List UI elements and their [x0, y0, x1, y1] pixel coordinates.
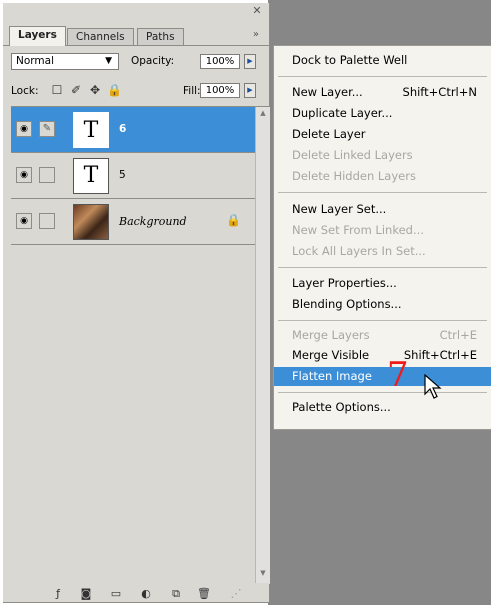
menu-item-label: Delete Layer: [292, 127, 366, 141]
text-layer-thumbnail: T: [73, 158, 109, 194]
menu-item-layer-properties[interactable]: Layer Properties...: [274, 274, 491, 293]
step-number-annotation: 7: [387, 355, 409, 395]
menu-item-label: Merge Visible: [292, 348, 370, 362]
scroll-down-icon[interactable]: ▼: [256, 569, 270, 581]
menu-item-merge-layers: Merge Layers Ctrl+E: [274, 326, 491, 345]
chevron-down-icon: ▼: [105, 56, 112, 66]
scroll-up-icon[interactable]: ▲: [256, 109, 270, 121]
resize-grip-icon[interactable]: ⋰: [229, 587, 243, 601]
lock-all-icon[interactable]: 🔒: [107, 83, 122, 97]
menu-item-new-layer[interactable]: New Layer... Shift+Ctrl+N: [274, 83, 491, 102]
link-icon[interactable]: [39, 167, 55, 183]
new-layer-icon[interactable]: ⧉: [169, 587, 183, 601]
menu-item-label: Dock to Palette Well: [292, 53, 408, 67]
fill-input[interactable]: 100%: [200, 83, 240, 98]
blend-mode-value: Normal: [16, 55, 54, 67]
mouse-pointer-icon: [424, 374, 442, 399]
layer-name[interactable]: 6: [119, 123, 126, 135]
menu-separator: [278, 267, 487, 268]
fill-label: Fill:: [183, 85, 201, 97]
menu-item-label: Layer Properties...: [292, 276, 397, 290]
layers-palette-menu: Dock to Palette Well New Layer... Shift+C…: [273, 45, 491, 430]
menu-item-label: Lock All Layers In Set...: [292, 244, 426, 258]
layer-row-5[interactable]: ◉ T 5: [11, 153, 255, 199]
palette-menu-chevron-icon[interactable]: »: [253, 29, 259, 40]
menu-separator: [278, 76, 487, 77]
menu-item-duplicate-layer[interactable]: Duplicate Layer...: [274, 104, 491, 123]
menu-item-shortcut: Shift+Ctrl+N: [402, 85, 477, 99]
tab-paths[interactable]: Paths: [137, 28, 184, 46]
lock-icon: 🔒: [226, 213, 241, 227]
fill-arrow-icon[interactable]: ▶: [244, 83, 256, 98]
menu-separator: [278, 192, 487, 193]
eye-icon[interactable]: ◉: [16, 213, 32, 229]
new-set-icon[interactable]: ▭: [109, 587, 123, 601]
menu-item-label: Duplicate Layer...: [292, 106, 393, 120]
menu-item-label: Merge Layers: [292, 328, 370, 342]
eye-icon[interactable]: ◉: [16, 167, 32, 183]
menu-item-shortcut: Ctrl+E: [439, 328, 477, 342]
lock-brush-icon[interactable]: ✐: [69, 83, 83, 97]
layer-name[interactable]: Background: [119, 215, 187, 228]
menu-separator: [278, 392, 487, 393]
menu-item-dock-to-palette-well[interactable]: Dock to Palette Well: [274, 51, 491, 70]
brush-icon[interactable]: ✎: [39, 121, 55, 137]
link-icon[interactable]: [39, 213, 55, 229]
menu-item-label: Flatten Image: [292, 369, 372, 383]
menu-item-label: Delete Hidden Layers: [292, 169, 416, 183]
add-mask-icon[interactable]: ◙: [79, 587, 93, 601]
tab-channels[interactable]: Channels: [67, 28, 134, 46]
layer-list: ◉ ✎ T 6 ◉ T 5 ◉ Background 🔒: [11, 106, 270, 584]
layer-name[interactable]: 5: [119, 169, 126, 181]
layer-row-background[interactable]: ◉ Background 🔒: [11, 199, 255, 245]
palette-title-bar[interactable]: ✕: [3, 3, 269, 27]
layer-style-icon[interactable]: ƒ: [51, 587, 65, 601]
menu-item-label: Delete Linked Layers: [292, 148, 413, 162]
menu-item-label: Palette Options...: [292, 400, 391, 414]
lock-transparency-icon[interactable]: ☐: [50, 83, 64, 97]
opacity-input[interactable]: 100%: [200, 54, 240, 69]
layer-list-scrollbar[interactable]: ▲ ▼: [255, 107, 270, 583]
close-icon[interactable]: ✕: [251, 5, 263, 17]
lock-move-icon[interactable]: ✥: [88, 83, 102, 97]
menu-item-label: New Set From Linked...: [292, 223, 424, 237]
menu-item-merge-visible[interactable]: Merge Visible Shift+Ctrl+E: [274, 346, 491, 365]
image-layer-thumbnail: [73, 204, 109, 240]
menu-item-delete-hidden-layers: Delete Hidden Layers: [274, 167, 491, 186]
menu-item-blending-options[interactable]: Blending Options...: [274, 295, 491, 314]
menu-item-new-layer-set[interactable]: New Layer Set...: [274, 200, 491, 219]
text-layer-thumbnail: T: [73, 112, 109, 148]
trash-icon[interactable]: 🗑: [197, 587, 211, 601]
tab-layers[interactable]: Layers: [9, 26, 66, 46]
menu-item-lock-all-layers-in-set: Lock All Layers In Set...: [274, 242, 491, 261]
menu-separator: [278, 320, 487, 321]
opacity-label: Opacity:: [131, 55, 175, 67]
menu-item-label: New Layer...: [292, 85, 363, 99]
eye-icon[interactable]: ◉: [16, 121, 32, 137]
opacity-arrow-icon[interactable]: ▶: [244, 54, 256, 69]
layers-palette: ✕ Layers Channels Paths » Normal ▼ Opaci…: [3, 3, 270, 603]
menu-item-palette-options[interactable]: Palette Options...: [274, 398, 491, 417]
menu-item-shortcut: Shift+Ctrl+E: [403, 348, 477, 362]
menu-item-delete-layer[interactable]: Delete Layer: [274, 125, 491, 144]
menu-item-flatten-image[interactable]: Flatten Image: [274, 367, 491, 386]
lock-label: Lock:: [11, 85, 39, 97]
layer-row-6[interactable]: ◉ ✎ T 6: [11, 107, 255, 153]
adjustment-layer-icon[interactable]: ◐: [139, 587, 153, 601]
palette-bottom-toolbar: ƒ ◙ ▭ ◐ ⧉ 🗑 ⋰: [3, 586, 269, 602]
menu-item-new-set-from-linked: New Set From Linked...: [274, 221, 491, 240]
blend-mode-select[interactable]: Normal ▼: [11, 53, 119, 70]
menu-item-label: Blending Options...: [292, 297, 402, 311]
menu-item-delete-linked-layers: Delete Linked Layers: [274, 146, 491, 165]
menu-item-label: New Layer Set...: [292, 202, 387, 216]
